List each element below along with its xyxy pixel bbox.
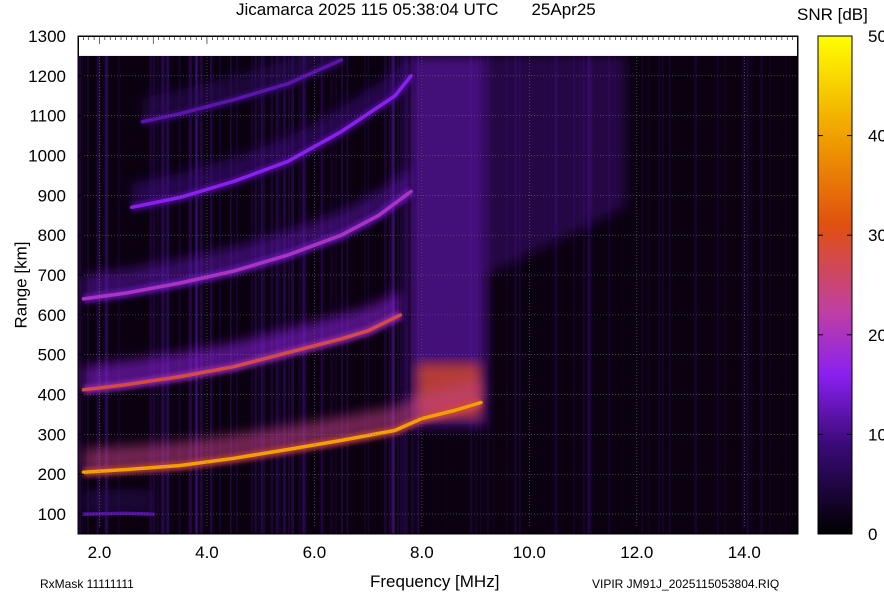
interference-streak xyxy=(661,55,665,534)
interference-streak xyxy=(78,55,82,534)
y-tick-label: 600 xyxy=(38,306,66,325)
interference-streak xyxy=(389,55,391,534)
interference-streak xyxy=(254,55,257,534)
interference-streak xyxy=(778,55,781,534)
y-tick-label: 700 xyxy=(38,266,66,285)
y-tick-label: 100 xyxy=(38,505,66,524)
colorbar xyxy=(817,35,853,535)
colorbar-tick-label: 10 xyxy=(868,425,884,444)
interference-streak xyxy=(263,55,266,534)
interference-streak xyxy=(251,55,253,534)
colorbar-tick-label: 40 xyxy=(868,127,884,146)
interference-streak xyxy=(751,55,753,534)
y-tick-label: 400 xyxy=(38,386,66,405)
y-tick-label: 1000 xyxy=(28,147,66,166)
interference-streak xyxy=(288,55,290,534)
interference-streak xyxy=(724,55,726,534)
interference-streak xyxy=(270,55,274,534)
x-tick-label: 6.0 xyxy=(303,543,327,562)
interference-streak xyxy=(641,55,643,534)
interference-streak xyxy=(647,55,651,534)
interference-streak xyxy=(302,55,306,534)
colorbar-tick-label: 20 xyxy=(868,326,884,345)
y-tick-label: 1300 xyxy=(28,27,66,46)
y-tick-label: 200 xyxy=(38,465,66,484)
interference-streak xyxy=(364,55,366,534)
interference-streak xyxy=(278,55,282,534)
interference-streak xyxy=(261,55,264,534)
interference-streak xyxy=(746,55,749,534)
colorbar-tick-label: 30 xyxy=(868,226,884,245)
interference-streak xyxy=(282,55,287,534)
x-tick-label: 2.0 xyxy=(88,543,112,562)
interference-streak xyxy=(275,55,279,534)
interference-streak xyxy=(402,55,406,534)
interference-streak xyxy=(716,55,719,534)
y-tick-label: 1100 xyxy=(29,107,66,126)
x-tick-label: 4.0 xyxy=(195,543,219,562)
colorbar-tick-label: 0 xyxy=(868,525,877,544)
x-tick-label: 10.0 xyxy=(513,543,546,562)
interference-streak xyxy=(258,55,261,534)
y-tick-label: 900 xyxy=(38,186,66,205)
interference-streak xyxy=(759,55,761,534)
interference-streak xyxy=(760,55,763,534)
y-tick-label: 800 xyxy=(38,226,66,245)
interference-streak xyxy=(785,55,787,534)
interference-streak xyxy=(768,55,771,534)
colorbar-tick-label: 50 xyxy=(868,27,884,46)
y-tick-label: 300 xyxy=(38,425,66,444)
interference-streak xyxy=(694,55,698,534)
interference-streak xyxy=(367,55,370,534)
ionogram-chart: 2.0 4.0 6.0 8.0 10.0 12.0 14.01002003004005006… xyxy=(28,27,884,562)
x-tick-label: 12.0 xyxy=(620,543,653,562)
interference-streak xyxy=(668,55,671,534)
x-tick-label: 14.0 xyxy=(728,543,761,562)
interference-streak xyxy=(298,55,302,534)
y-tick-label: 500 xyxy=(38,346,66,365)
x-tick-label: 8.0 xyxy=(410,543,434,562)
y-tick-label: 1200 xyxy=(28,67,66,86)
interference-streak xyxy=(657,55,661,534)
interference-streak xyxy=(291,55,294,534)
interference-streak xyxy=(384,55,387,534)
